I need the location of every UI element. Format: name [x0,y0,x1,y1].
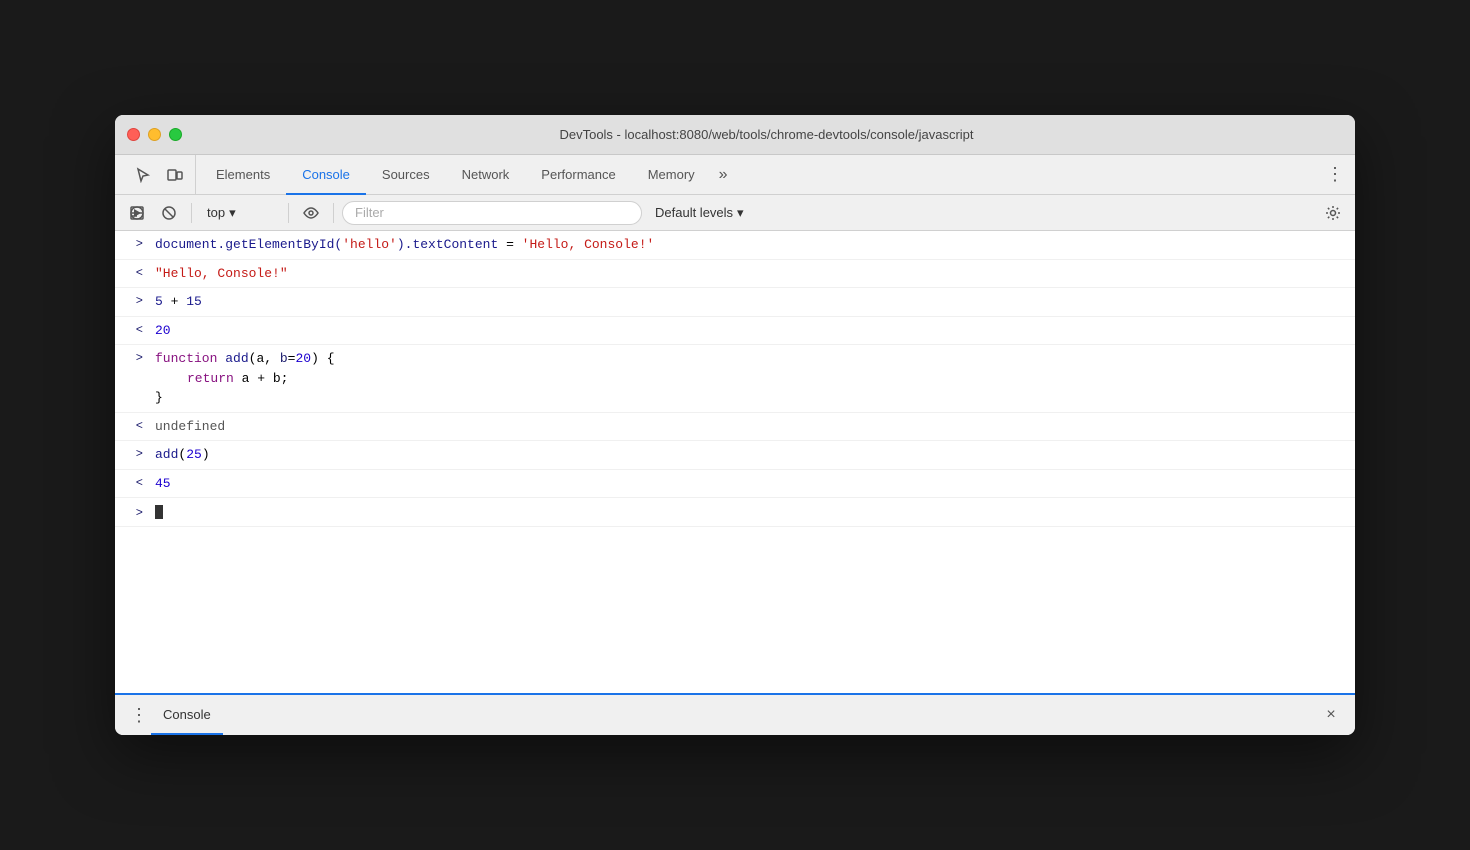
tab-bar: Elements Console Sources Network Perform… [115,155,1355,195]
console-entry: >function add(a, b=20) {return a + b;} [115,345,1355,413]
entry-content: 5 + 15 [151,290,1355,314]
close-button[interactable] [127,128,140,141]
maximize-button[interactable] [169,128,182,141]
eye-icon[interactable] [297,199,325,227]
entry-content: 20 [151,319,1355,343]
console-entry: <undefined [115,413,1355,442]
minimize-button[interactable] [148,128,161,141]
console-entry: >add(25) [115,441,1355,470]
settings-button[interactable] [1319,199,1347,227]
entry-arrow: > [115,233,151,253]
console-entry: <20 [115,317,1355,346]
console-entry: <45 [115,470,1355,499]
title-bar: DevTools - localhost:8080/web/tools/chro… [115,115,1355,155]
entry-arrow: < [115,472,151,492]
entry-content: "Hello, Console!" [151,262,1355,286]
drawer-close-button[interactable]: × [1319,703,1343,727]
bottom-drawer: ⋮ Console × [115,693,1355,735]
window-title: DevTools - localhost:8080/web/tools/chro… [190,127,1343,142]
toolbar-separator-1 [191,203,192,223]
entry-arrow: < [115,262,151,282]
entry-content: document.getElementById('hello').textCon… [151,233,1355,257]
console-toolbar: top ▾ Default levels ▾ [115,195,1355,231]
default-levels-dropdown[interactable]: Default levels ▾ [646,202,753,224]
block-icon[interactable] [155,199,183,227]
entry-arrow: > [115,290,151,310]
context-selector[interactable]: top ▾ [200,202,280,224]
tab-bar-end: ⋮ [1315,155,1355,194]
tab-sources[interactable]: Sources [366,156,446,195]
settings-area [1319,199,1347,227]
console-entry: >document.getElementById('hello').textCo… [115,231,1355,260]
tab-elements[interactable]: Elements [200,156,286,195]
entry-content: function add(a, b=20) {return a + b;} [151,347,1355,410]
console-entry: >5 + 15 [115,288,1355,317]
input-cursor [155,505,163,519]
entry-arrow: > [115,347,151,367]
drawer-menu-button[interactable]: ⋮ [127,703,151,727]
tab-network[interactable]: Network [446,156,526,195]
entry-content: add(25) [151,443,1355,467]
entry-content: 45 [151,472,1355,496]
entry-arrow: > [115,443,151,463]
drawer-console-tab[interactable]: Console [151,695,223,735]
devtools-window: DevTools - localhost:8080/web/tools/chro… [115,115,1355,735]
console-entry: <"Hello, Console!" [115,260,1355,289]
tab-bar-icons [123,155,196,194]
clear-console-button[interactable] [123,199,151,227]
console-output[interactable]: >document.getElementById('hello').textCo… [115,231,1355,693]
toolbar-separator-2 [288,203,289,223]
entry-arrow: < [115,319,151,339]
filter-input[interactable] [342,201,642,225]
entry-content: undefined [151,415,1355,439]
input-arrow: > [115,502,151,522]
cursor-icon[interactable] [131,163,155,187]
tab-memory[interactable]: Memory [632,156,711,195]
input-content[interactable] [151,500,1355,524]
devtools-menu-button[interactable]: ⋮ [1323,163,1347,187]
toolbar-separator-3 [333,203,334,223]
tab-performance[interactable]: Performance [525,156,631,195]
device-toggle-icon[interactable] [163,163,187,187]
more-tabs-button[interactable]: » [711,155,736,194]
console-input-line[interactable]: > [115,498,1355,527]
entry-arrow: < [115,415,151,435]
tab-console[interactable]: Console [286,156,366,195]
